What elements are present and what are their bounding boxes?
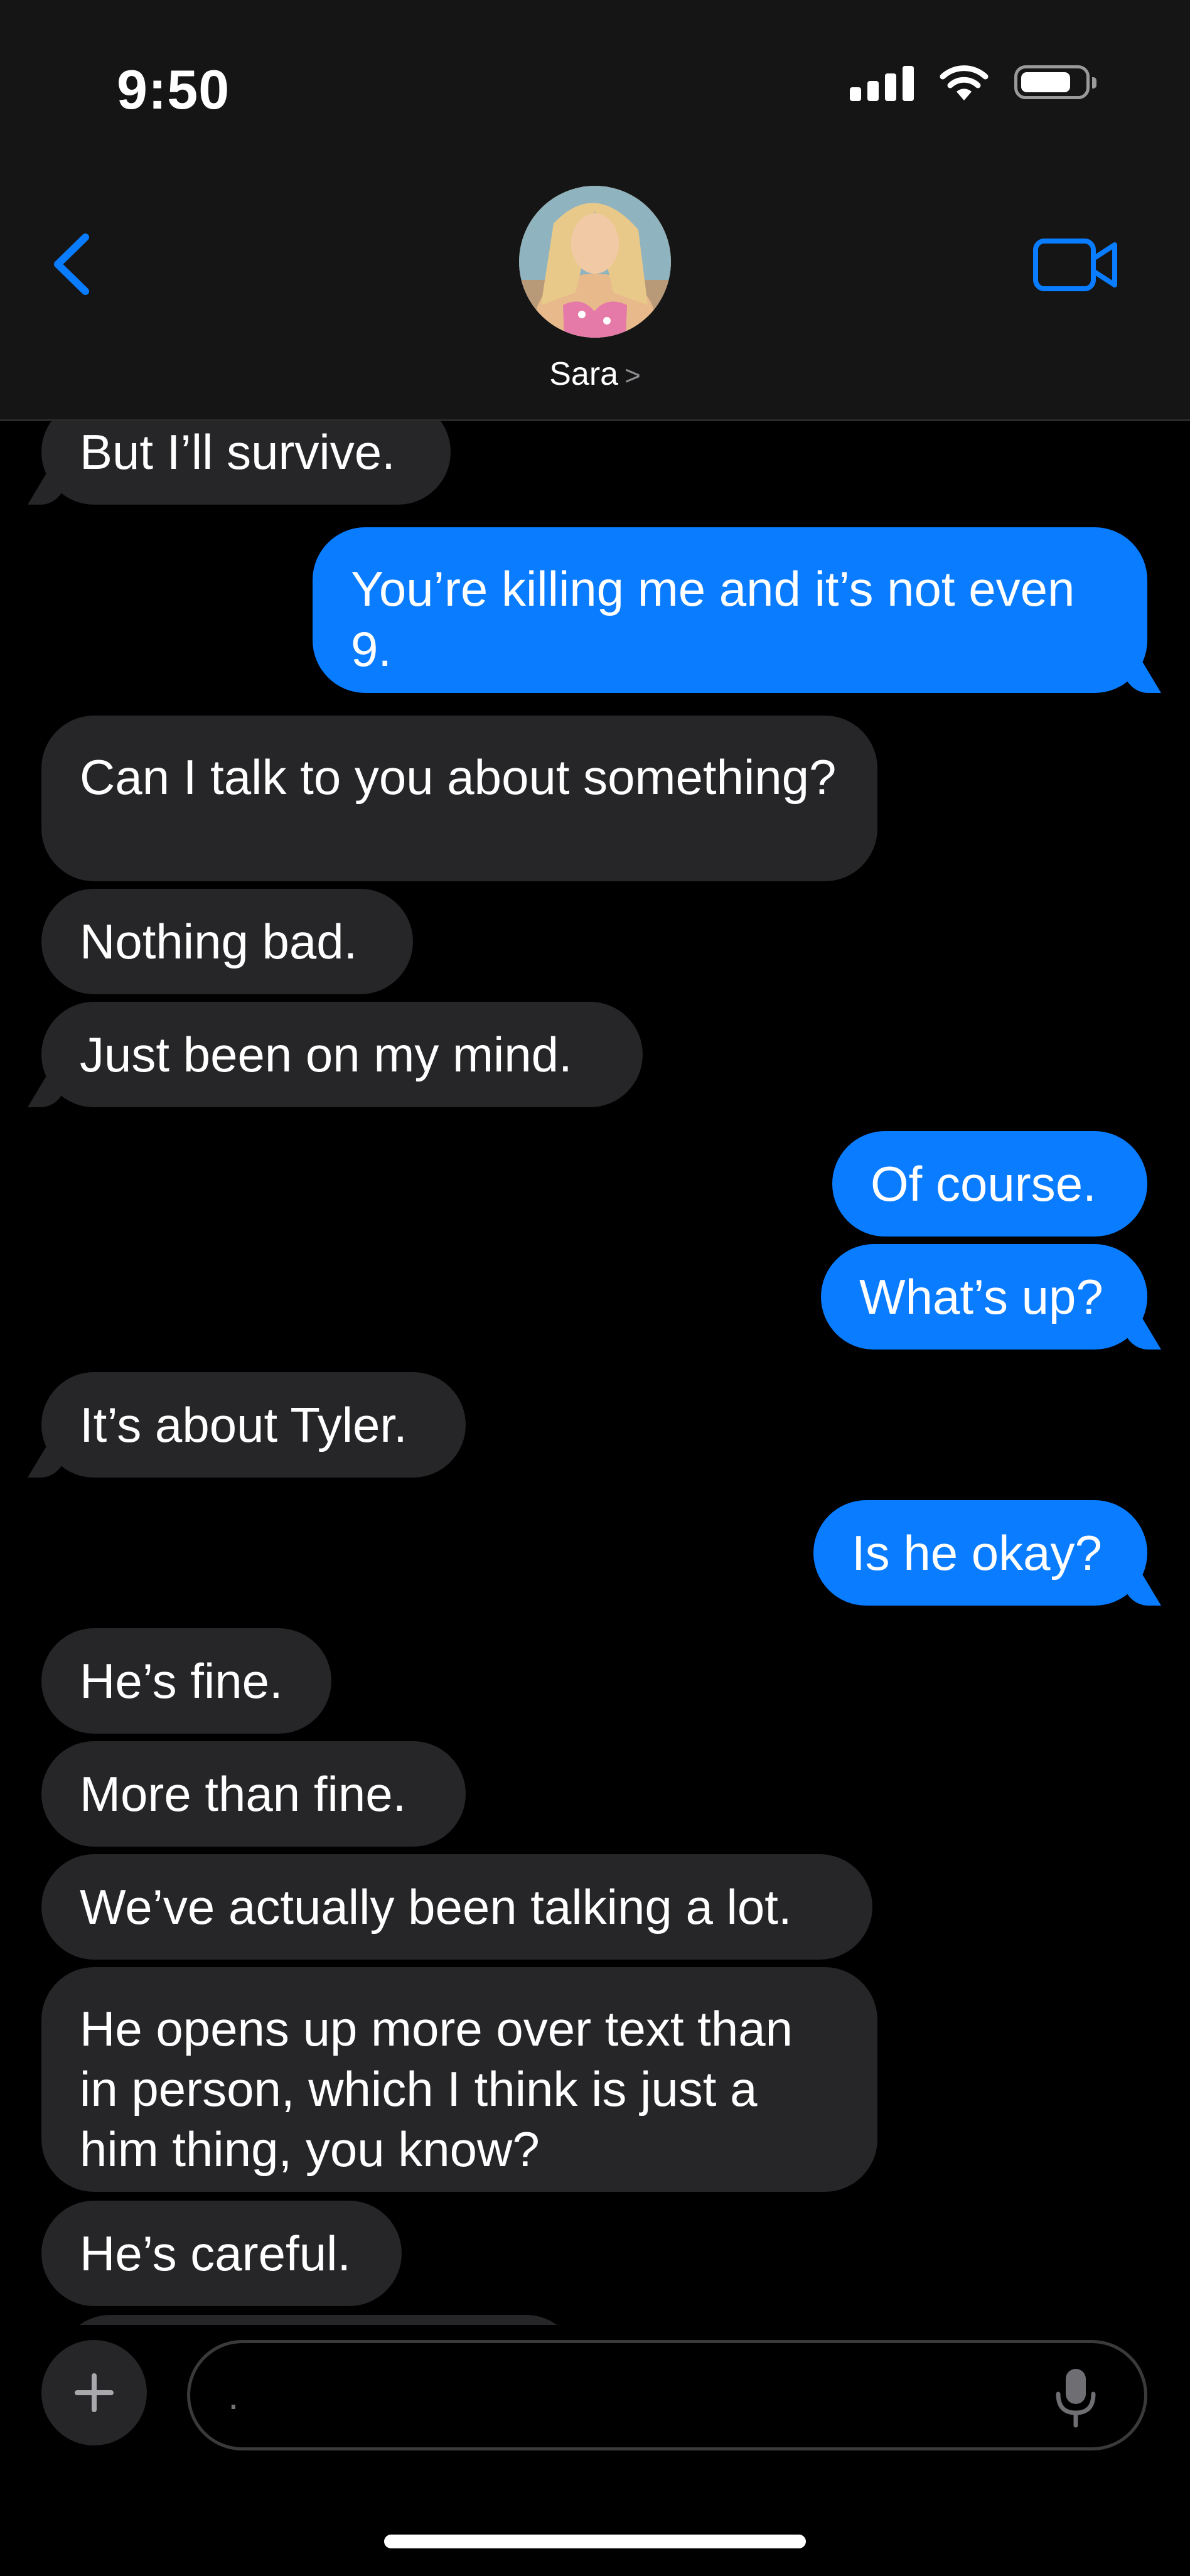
status-time: 9:50 xyxy=(117,58,230,121)
avatar-photo xyxy=(519,186,671,338)
contact-name: Sara xyxy=(549,356,619,392)
message-text: It’s about Tyler. xyxy=(80,1397,407,1452)
message-incoming[interactable]: He opens up more over text than in perso… xyxy=(41,1967,877,2192)
dictation-button[interactable] xyxy=(1052,2366,1100,2429)
message-text: What’s up? xyxy=(859,1269,1103,1324)
cellular-signal-icon xyxy=(850,63,914,101)
message-text: He’s fine. xyxy=(80,1653,283,1709)
contact-avatar[interactable] xyxy=(519,186,671,338)
message-text: You’re killing me and it’s not even 9. xyxy=(351,561,1075,677)
message-text: He’s careful. xyxy=(80,2226,351,2281)
contact-name-button[interactable]: Sara > xyxy=(0,355,1190,393)
message-text: Of course. xyxy=(871,1156,1096,1211)
message-incoming[interactable]: It’s about Tyler. xyxy=(41,1372,466,1478)
plus-icon xyxy=(75,2373,114,2412)
status-icons xyxy=(850,63,1096,102)
message-incoming-partial[interactable] xyxy=(58,2315,579,2325)
video-call-button[interactable] xyxy=(1032,235,1120,295)
chevron-right-icon: > xyxy=(624,360,641,391)
message-outgoing[interactable]: Of course. xyxy=(832,1131,1147,1237)
message-text: But I’ll survive. xyxy=(80,424,395,480)
message-text: Is he okay? xyxy=(852,1525,1102,1580)
message-incoming[interactable]: Nothing bad. xyxy=(41,889,413,994)
wifi-icon xyxy=(940,65,989,100)
message-incoming[interactable]: More than fine. xyxy=(41,1741,466,1847)
home-indicator[interactable] xyxy=(384,2535,806,2548)
conversation-header: 9:50 Sara > xyxy=(0,0,1190,421)
video-camera-icon xyxy=(1033,239,1117,291)
message-text: Just been on my mind. xyxy=(80,1027,572,1082)
message-outgoing[interactable]: Is he okay? xyxy=(813,1500,1147,1606)
back-button[interactable] xyxy=(46,230,97,299)
message-text: We’ve actually been talking a lot. xyxy=(80,1879,792,1935)
message-incoming[interactable]: He’s careful. xyxy=(41,2201,402,2306)
message-incoming[interactable]: Just been on my mind. xyxy=(41,1002,643,1107)
message-text: Nothing bad. xyxy=(80,914,358,969)
battery-icon xyxy=(1014,65,1096,99)
message-text: He opens up more over text than in perso… xyxy=(80,2001,793,2177)
add-attachment-button[interactable] xyxy=(41,2340,147,2445)
message-text: Can I talk to you about something? xyxy=(80,749,837,805)
message-text: More than fine. xyxy=(80,1766,407,1822)
message-incoming[interactable]: Can I talk to you about something? xyxy=(41,716,877,881)
message-incoming[interactable]: We’ve actually been talking a lot. xyxy=(41,1854,872,1960)
message-incoming[interactable]: He’s fine. xyxy=(41,1628,331,1734)
microphone-icon xyxy=(1056,2369,1096,2428)
message-outgoing[interactable]: You’re killing me and it’s not even 9. xyxy=(313,527,1147,693)
message-outgoing[interactable]: What’s up? xyxy=(821,1244,1147,1350)
chevron-left-icon xyxy=(54,233,89,295)
message-input[interactable] xyxy=(187,2340,1147,2450)
